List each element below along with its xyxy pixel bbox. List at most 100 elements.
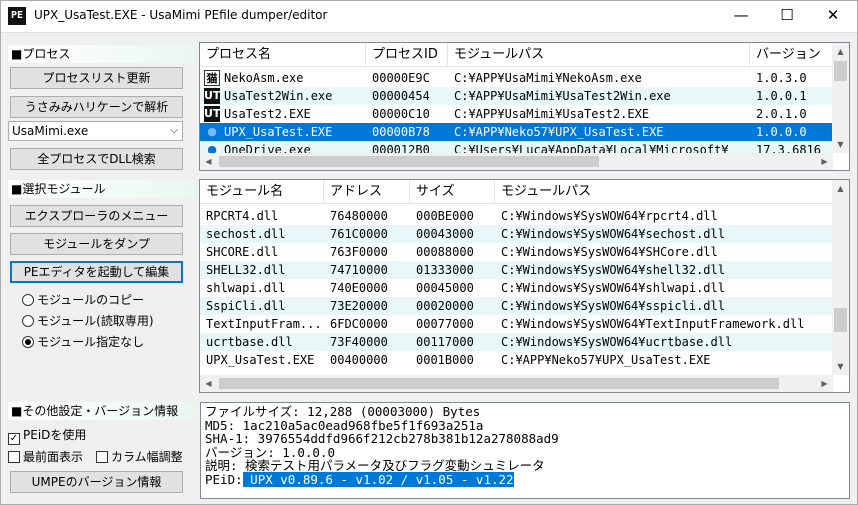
module-size: 000BE000 — [416, 209, 474, 223]
process-list-vscrollbar[interactable]: ▲ ▼ — [832, 43, 849, 153]
scroll-right-icon[interactable]: ▶ — [816, 153, 833, 170]
module-size: 00020000 — [416, 299, 474, 313]
radio-module-none[interactable]: モジュール指定なし — [22, 334, 144, 350]
process-name: UsaTest2.EXE — [224, 107, 311, 121]
process-row[interactable]: 猫 NekoAsm.exe 00000E9C C:¥APP¥UsaMimi¥Ne… — [200, 69, 833, 87]
module-address: 6FDC0000 — [330, 317, 388, 331]
scroll-right-icon[interactable]: ▶ — [816, 375, 833, 392]
module-row[interactable]: shlwapi.dll 740E0000 00045000 C:¥Windows… — [200, 279, 833, 297]
radio-module-readonly[interactable]: モジュール(読取専用) — [22, 313, 154, 329]
peid-result: UPX v0.89.6 - v1.02 / v1.05 - v1.22 — [242, 471, 514, 487]
window-title: UPX_UsaTest.EXE - UsaMimi PEfile dumper/… — [34, 8, 328, 22]
description-line: 説明: 検索テスト用パラメータ及びフラグ変動シュミレータ — [205, 458, 545, 473]
module-path: C:¥APP¥Neko57¥UPX_UsaTest.EXE — [501, 353, 711, 367]
minimize-button[interactable]: — — [718, 0, 764, 31]
module-row[interactable]: SHELL32.dll 74710000 01333000 C:¥Windows… — [200, 261, 833, 279]
scroll-down-icon[interactable]: ▼ — [832, 136, 849, 153]
scroll-up-icon[interactable]: ▲ — [832, 43, 849, 60]
topmost-checkbox[interactable]: 最前面表示 — [8, 449, 83, 465]
module-row[interactable]: TextInputFram... 6FDC0000 00077000 C:¥Wi… — [200, 315, 833, 333]
module-row[interactable]: RPCRT4.dll 76480000 000BE000 C:¥Windows¥… — [200, 207, 833, 225]
column-header-module-name[interactable]: モジュール名 — [200, 180, 324, 204]
column-header-process-name[interactable]: プロセス名 — [200, 43, 366, 67]
process-combo[interactable]: UsaMimi.exe ⌵ — [8, 121, 183, 141]
module-name: sechost.dll — [206, 227, 286, 241]
radio-module-readonly-label: モジュール(読取専用) — [37, 314, 154, 328]
process-name: UPX_UsaTest.EXE — [224, 125, 333, 139]
app-icon: PE — [8, 7, 26, 25]
module-list-vscrollbar[interactable]: ▲ ▼ — [832, 180, 849, 375]
peid-line: PEiD: UPX v0.89.6 - v1.02 / v1.05 - v1.2… — [205, 471, 845, 487]
title-bar[interactable]: PE UPX_UsaTest.EXE - UsaMimi PEfile dump… — [0, 0, 858, 32]
file-info-box[interactable]: ファイルサイズ: 12,288 (00003000) Bytes MD5: 1a… — [200, 402, 850, 499]
client-area: ■プロセス プロセスリスト更新 うさみみハリケーンで解析 UsaMimi.exe… — [1, 32, 857, 504]
process-row[interactable]: ● OneDrive.exe 000012B0 C:¥Users¥Luca¥Ap… — [200, 141, 833, 153]
module-list-header: モジュール名 アドレス サイズ モジュールパス — [200, 180, 833, 204]
scroll-up-icon[interactable]: ▲ — [832, 180, 849, 197]
process-combo-value: UsaMimi.exe — [12, 124, 89, 138]
module-row[interactable]: SspiCli.dll 73E20000 00020000 C:¥Windows… — [200, 297, 833, 315]
analyze-hurricane-button[interactable]: うさみみハリケーンで解析 — [10, 96, 183, 118]
module-size: 00117000 — [416, 335, 474, 349]
process-pid: 00000454 — [372, 89, 430, 103]
pe-editor-button[interactable]: PEエディタを起動して編集 — [10, 261, 183, 283]
process-row[interactable]: UT UsaTest2Win.exe 00000454 C:¥APP¥UsaMi… — [200, 87, 833, 105]
module-row[interactable]: UPX_UsaTest.EXE 00400000 0001B000 C:¥APP… — [200, 351, 833, 369]
module-list-hscrollbar[interactable]: ◀ ▶ — [200, 375, 833, 392]
close-button[interactable]: ✕ — [810, 0, 856, 31]
module-path: C:¥Windows¥SysWOW64¥ucrtbase.dll — [501, 335, 733, 349]
module-row[interactable]: ucrtbase.dll 73F40000 00117000 C:¥Window… — [200, 333, 833, 351]
module-address: 740E0000 — [330, 281, 388, 295]
refresh-process-list-button[interactable]: プロセスリスト更新 — [10, 67, 183, 89]
column-adjust-checkbox[interactable]: カラム幅調整 — [96, 449, 183, 465]
scroll-thumb[interactable] — [219, 156, 599, 167]
sha1-line: SHA-1: 3976554ddfd966f212cb278b381b12a27… — [205, 431, 559, 446]
column-header-module-path[interactable]: モジュールパス — [495, 180, 833, 204]
module-path: C:¥Windows¥SysWOW64¥TextInputFramework.d… — [501, 317, 805, 331]
scroll-thumb[interactable] — [219, 378, 779, 389]
process-row-selected[interactable]: ● UPX_UsaTest.EXE 00000B78 C:¥APP¥Neko57… — [200, 123, 833, 141]
column-header-version[interactable]: バージョン — [750, 43, 833, 67]
explorer-menu-button[interactable]: エクスプローラのメニュー — [10, 205, 183, 227]
version-line: バージョン: 1.0.0.0 — [205, 444, 335, 460]
module-row[interactable]: sechost.dll 761C0000 00043000 C:¥Windows… — [200, 225, 833, 243]
process-list-header: プロセス名 プロセスID モジュールパス バージョン — [200, 43, 833, 67]
module-name: SHELL32.dll — [206, 263, 286, 277]
peid-checkbox[interactable]: ✓ PEiDを使用 — [8, 427, 86, 445]
md5-line: MD5: 1ac210a5ac0ead968fbe5f1f693a251a — [205, 417, 484, 433]
version-info-button[interactable]: UMPEのバージョン情報 — [10, 471, 183, 493]
module-list[interactable]: モジュール名 アドレス サイズ モジュールパス RPCRT4.dll 76480… — [199, 179, 850, 393]
module-path: C:¥Windows¥SysWOW64¥sechost.dll — [501, 227, 725, 241]
module-size: 00045000 — [416, 281, 474, 295]
search-dll-button[interactable]: 全プロセスでDLL検索 — [10, 148, 183, 170]
module-name: UPX_UsaTest.EXE — [206, 353, 315, 367]
module-address: 74710000 — [330, 263, 388, 277]
column-header-pid[interactable]: プロセスID — [366, 43, 448, 67]
topmost-checkbox-label: 最前面表示 — [23, 450, 84, 464]
checkmark-icon: ✓ — [8, 433, 20, 445]
scroll-left-icon[interactable]: ◀ — [200, 375, 217, 392]
process-path: C:¥APP¥UsaMimi¥UsaTest2.EXE — [454, 107, 650, 121]
module-row[interactable]: SHCORE.dll 763F0000 00088000 C:¥Windows¥… — [200, 243, 833, 261]
maximize-button[interactable]: ☐ — [764, 0, 810, 31]
module-name: TextInputFram... — [206, 317, 322, 331]
scroll-left-icon[interactable]: ◀ — [200, 153, 217, 170]
module-path: C:¥Windows¥SysWOW64¥rpcrt4.dll — [501, 209, 718, 223]
process-pid: 00000B78 — [372, 125, 430, 139]
column-header-size[interactable]: サイズ — [410, 180, 495, 204]
process-list[interactable]: プロセス名 プロセスID モジュールパス バージョン 猫 NekoAsm.exe… — [199, 42, 850, 171]
other-section-header: ■その他設定・バージョン情報 — [8, 402, 195, 420]
process-version: 17.3.6816 — [756, 143, 822, 153]
process-list-hscrollbar[interactable]: ◀ ▶ — [200, 153, 833, 170]
scroll-thumb[interactable] — [834, 61, 847, 81]
scroll-thumb[interactable] — [834, 308, 847, 332]
column-header-module-path[interactable]: モジュールパス — [448, 43, 750, 67]
module-path: C:¥Windows¥SysWOW64¥shlwapi.dll — [501, 281, 725, 295]
column-header-address[interactable]: アドレス — [324, 180, 410, 204]
module-size: 0001B000 — [416, 353, 474, 367]
process-row[interactable]: UT UsaTest2.EXE 00000C10 C:¥APP¥UsaMimi¥… — [200, 105, 833, 123]
radio-module-copy[interactable]: モジュールのコピー — [22, 292, 144, 308]
dump-module-button[interactable]: モジュールをダンプ — [10, 233, 183, 255]
chevron-down-icon[interactable]: ⌵ — [170, 122, 178, 140]
scroll-down-icon[interactable]: ▼ — [832, 358, 849, 375]
